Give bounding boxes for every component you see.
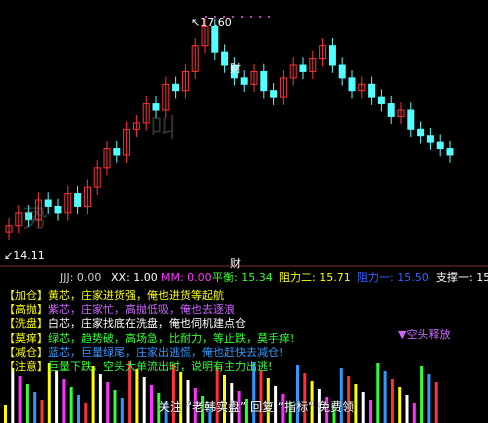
legend-text: 紫芯，庄家忙，高抛低吸，俺也去逐浪 (48, 303, 235, 317)
legend-tag: 【洗盘】 (4, 317, 48, 331)
indicator-bar (69, 387, 73, 423)
candlestick-chart[interactable] (0, 0, 488, 268)
candle-body (74, 193, 82, 207)
stock-chart-window: 势 叫 ↖17.60 ↙14.11 财 财 JJJ: 0.00 XX: 1.00… (0, 0, 488, 423)
candle-body (417, 128, 425, 137)
legend-row: 【加仓】黄芯，庄家进货强，俺也进货等起航 (4, 289, 224, 303)
indicator-bar (98, 374, 102, 423)
indicator-bar (113, 390, 117, 423)
indicator-bar (405, 395, 409, 423)
candle-body (221, 51, 229, 66)
high-price-label: ↖17.60 (191, 16, 232, 29)
legend-text: 白芯，庄家找底在洗盘，俺也伺机建点仓 (48, 317, 246, 331)
indicator-bar (40, 400, 44, 423)
candle-body (446, 148, 454, 156)
indicator-bar (427, 374, 431, 423)
legend-row: 【洗盘】白芯，庄家找底在洗盘，俺也伺机建点仓 (4, 317, 246, 331)
candle-body (387, 103, 395, 117)
dotted-mark (241, 16, 243, 18)
indicator-bar (120, 398, 124, 423)
indicator-bar (412, 403, 416, 423)
legend-row: 【莫痒】绿芯，趋势破，高场急，比耐力，等止跌，莫手痒! (4, 332, 294, 346)
candle-body (270, 90, 278, 98)
watermark-char: 势 (22, 204, 49, 234)
indicator-bar (369, 400, 372, 423)
candle-body (328, 45, 336, 66)
indicator-bar (77, 395, 80, 423)
legend-tag: 【高抛】 (4, 303, 48, 317)
legend-text: 蓝芯，巨量绿尾，庄家出逃慌，俺也赶快去减仓! (48, 345, 284, 359)
footer-watermark: 关注 “老韩实盘” 回复 “指标” 免费领 (158, 400, 355, 414)
indicator-bar (361, 392, 365, 423)
indicator-bar (135, 369, 139, 423)
candle-body (368, 83, 376, 98)
indicator-bar (18, 376, 22, 423)
indicator-bar (106, 382, 110, 423)
watermark-char: 叫 (150, 114, 177, 144)
indicator-bar (55, 371, 59, 423)
candle-body (54, 205, 62, 214)
low-price-label: ↙14.11 (4, 249, 45, 262)
indicator-bar (376, 363, 380, 423)
candle-body (211, 25, 219, 53)
indicator-bar (84, 403, 88, 423)
candle-body (113, 148, 121, 156)
indicator-bar (11, 368, 15, 423)
legend-row: 【减仓】蓝芯，巨量绿尾，庄家出逃慌，俺也赶快去减仓! (4, 346, 283, 360)
candle-body (436, 141, 444, 150)
legend-text: 巨量下跌，空头大单流出时，说明有主力出逃! (48, 360, 273, 373)
candle-body (299, 64, 307, 72)
dotted-mark (232, 16, 234, 18)
legend-row: 【高抛】紫芯，庄家忙，高抛低吸，俺也去逐浪 (4, 303, 235, 317)
legend-text: 绿芯，趋势破，高场急，比耐力，等止跌，莫手痒! (48, 331, 295, 345)
candle-body (260, 70, 268, 92)
indicator-bar (420, 366, 424, 423)
legend-tag: 【注意】 (4, 360, 48, 373)
indicator-bar (142, 377, 146, 423)
indicator-bar (150, 385, 153, 423)
indicator-bar (259, 370, 263, 423)
indicator-bar (383, 371, 387, 423)
signal-label: ▼空头释放 (398, 328, 451, 341)
indicator-bar (62, 379, 66, 423)
candle-body (348, 77, 356, 92)
candle-body (426, 135, 434, 143)
legend-tag: 【莫痒】 (4, 331, 48, 345)
legend-tag: 【加仓】 (4, 289, 48, 302)
dotted-mark (250, 16, 252, 18)
indicator-bar (25, 384, 29, 423)
candle-body (407, 109, 415, 130)
indicator-bar (434, 382, 438, 423)
dotted-mark (259, 16, 261, 18)
candle-body (172, 83, 180, 92)
indicator-bar (354, 384, 358, 423)
candle-body (240, 77, 248, 85)
chart-marker-label: 财 (230, 62, 241, 75)
candle-body (338, 64, 346, 79)
indicator-bar (398, 387, 402, 423)
candle-body (377, 96, 385, 105)
legend-text: 黄芯，庄家进货强，俺也进货等起航 (48, 289, 224, 302)
indicator-bar (91, 366, 95, 423)
dotted-mark (268, 16, 270, 18)
legend-tag: 【减仓】 (4, 345, 48, 359)
indicator-bar (33, 392, 37, 423)
indicator-bar (390, 379, 394, 423)
indicator-bar (4, 405, 7, 423)
legend-row: 【注意】巨量下跌，空头大单流出时，说明有主力出逃! (4, 360, 272, 374)
